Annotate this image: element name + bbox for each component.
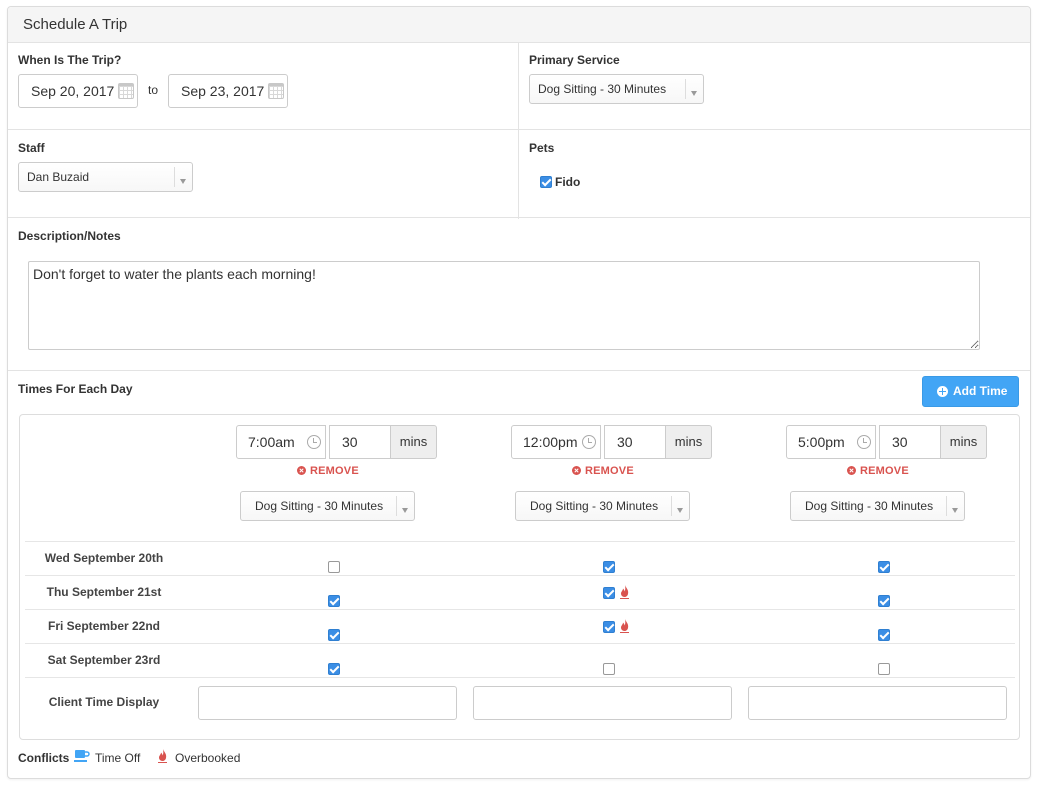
duration-input[interactable]: 30 bbox=[329, 425, 391, 459]
add-time-label: Add Time bbox=[953, 384, 1008, 398]
row-divider bbox=[25, 575, 1015, 576]
day-checkbox[interactable] bbox=[328, 561, 340, 573]
day-checkbox[interactable] bbox=[603, 587, 615, 599]
day-checkbox[interactable] bbox=[878, 629, 890, 641]
start-date-input[interactable]: Sep 20, 2017 bbox=[18, 74, 138, 108]
staff-label: Staff bbox=[18, 141, 45, 155]
remove-button[interactable]: REMOVE bbox=[297, 465, 359, 477]
chevron-down-icon bbox=[180, 179, 186, 184]
x-circle-icon bbox=[847, 466, 856, 475]
day-label: Thu September 21st bbox=[46, 585, 162, 599]
x-circle-icon bbox=[297, 466, 306, 475]
staff-value: Dan Buzaid bbox=[27, 170, 90, 184]
time-input[interactable]: 5:00pm bbox=[786, 425, 876, 459]
clock-icon[interactable] bbox=[582, 435, 596, 449]
service-select[interactable]: Dog Sitting - 30 Minutes bbox=[240, 491, 415, 521]
service-value: Dog Sitting - 30 Minutes bbox=[255, 499, 384, 513]
chevron-down-icon bbox=[952, 508, 958, 513]
time-input[interactable]: 7:00am bbox=[236, 425, 326, 459]
row-divider bbox=[25, 609, 1015, 610]
mins-addon: mins bbox=[666, 425, 712, 459]
flame-icon bbox=[620, 619, 629, 633]
flame-icon bbox=[158, 749, 167, 763]
chevron-down-icon bbox=[677, 508, 683, 513]
notes-label: Description/Notes bbox=[18, 229, 121, 243]
mins-addon: mins bbox=[941, 425, 987, 459]
time-slot-2: 12:00pm 30 mins bbox=[511, 425, 712, 459]
trip-dates-label: When Is The Trip? bbox=[18, 53, 122, 67]
chevron-down-icon bbox=[402, 508, 408, 513]
time-input[interactable]: 12:00pm bbox=[511, 425, 601, 459]
day-checkbox[interactable] bbox=[878, 595, 890, 607]
times-label: Times For Each Day bbox=[18, 382, 133, 396]
end-date-value: Sep 23, 2017 bbox=[181, 83, 265, 99]
row-divider bbox=[25, 643, 1015, 644]
row-divider bbox=[25, 677, 1015, 678]
divider bbox=[8, 217, 1030, 218]
pet-checkbox-fido[interactable] bbox=[540, 176, 552, 188]
time-value: 12:00pm bbox=[523, 434, 578, 450]
pets-label: Pets bbox=[529, 141, 555, 155]
day-checkbox[interactable] bbox=[878, 561, 890, 573]
remove-button[interactable]: REMOVE bbox=[847, 465, 909, 477]
day-checkbox[interactable] bbox=[328, 595, 340, 607]
duration-input[interactable]: 30 bbox=[879, 425, 941, 459]
primary-service-select[interactable]: Dog Sitting - 30 Minutes bbox=[529, 74, 704, 104]
overbooked-legend: Overbooked bbox=[175, 751, 241, 765]
client-time-input[interactable] bbox=[473, 686, 732, 720]
add-time-button[interactable]: Add Time bbox=[922, 376, 1019, 407]
service-select[interactable]: Dog Sitting - 30 Minutes bbox=[515, 491, 690, 521]
day-checkbox[interactable] bbox=[603, 621, 615, 633]
mins-addon: mins bbox=[391, 425, 437, 459]
panel-title: Schedule A Trip bbox=[8, 7, 1030, 43]
day-checkbox[interactable] bbox=[603, 663, 615, 675]
schedule-trip-panel: Schedule A Trip When Is The Trip? Sep 20… bbox=[7, 6, 1031, 779]
calendar-icon[interactable] bbox=[118, 83, 134, 99]
row-divider bbox=[25, 541, 1015, 542]
time-value: 5:00pm bbox=[798, 434, 845, 450]
plus-circle-icon bbox=[937, 386, 948, 397]
clock-icon[interactable] bbox=[307, 435, 321, 449]
day-checkbox[interactable] bbox=[878, 663, 890, 675]
x-circle-icon bbox=[572, 466, 581, 475]
time-slot-1: 7:00am 30 mins bbox=[236, 425, 437, 459]
column-divider bbox=[518, 43, 519, 219]
time-value: 7:00am bbox=[248, 434, 295, 450]
client-time-input[interactable] bbox=[198, 686, 457, 720]
service-value: Dog Sitting - 30 Minutes bbox=[530, 499, 659, 513]
remove-button[interactable]: REMOVE bbox=[572, 465, 634, 477]
service-select[interactable]: Dog Sitting - 30 Minutes bbox=[790, 491, 965, 521]
duration-input[interactable]: 30 bbox=[604, 425, 666, 459]
time-slot-3: 5:00pm 30 mins bbox=[786, 425, 987, 459]
divider bbox=[8, 129, 1030, 130]
service-value: Dog Sitting - 30 Minutes bbox=[805, 499, 934, 513]
day-label: Sat September 23rd bbox=[47, 653, 161, 667]
coffee-cup-icon bbox=[74, 750, 90, 762]
times-table: 7:00am 30 mins REMOVE Dog Sitting - 30 M… bbox=[19, 414, 1020, 740]
day-label: Wed September 20th bbox=[44, 551, 164, 565]
day-checkbox[interactable] bbox=[328, 629, 340, 641]
conflicts-label: Conflicts bbox=[18, 751, 70, 765]
calendar-icon[interactable] bbox=[268, 83, 284, 99]
divider bbox=[8, 370, 1030, 371]
chevron-down-icon bbox=[691, 91, 697, 96]
notes-textarea[interactable] bbox=[28, 261, 980, 350]
day-label: Fri September 22nd bbox=[47, 619, 161, 633]
end-date-input[interactable]: Sep 23, 2017 bbox=[168, 74, 288, 108]
day-checkbox[interactable] bbox=[603, 561, 615, 573]
primary-service-label: Primary Service bbox=[529, 53, 620, 67]
flame-icon bbox=[620, 585, 629, 599]
pet-name: Fido bbox=[555, 175, 581, 189]
clock-icon[interactable] bbox=[857, 435, 871, 449]
client-time-input[interactable] bbox=[748, 686, 1007, 720]
to-label: to bbox=[148, 83, 159, 97]
client-time-label: Client Time Display bbox=[48, 695, 160, 709]
primary-service-value: Dog Sitting - 30 Minutes bbox=[538, 82, 667, 96]
time-off-legend: Time Off bbox=[95, 751, 141, 765]
staff-select[interactable]: Dan Buzaid bbox=[18, 162, 193, 192]
day-checkbox[interactable] bbox=[328, 663, 340, 675]
start-date-value: Sep 20, 2017 bbox=[31, 83, 115, 99]
